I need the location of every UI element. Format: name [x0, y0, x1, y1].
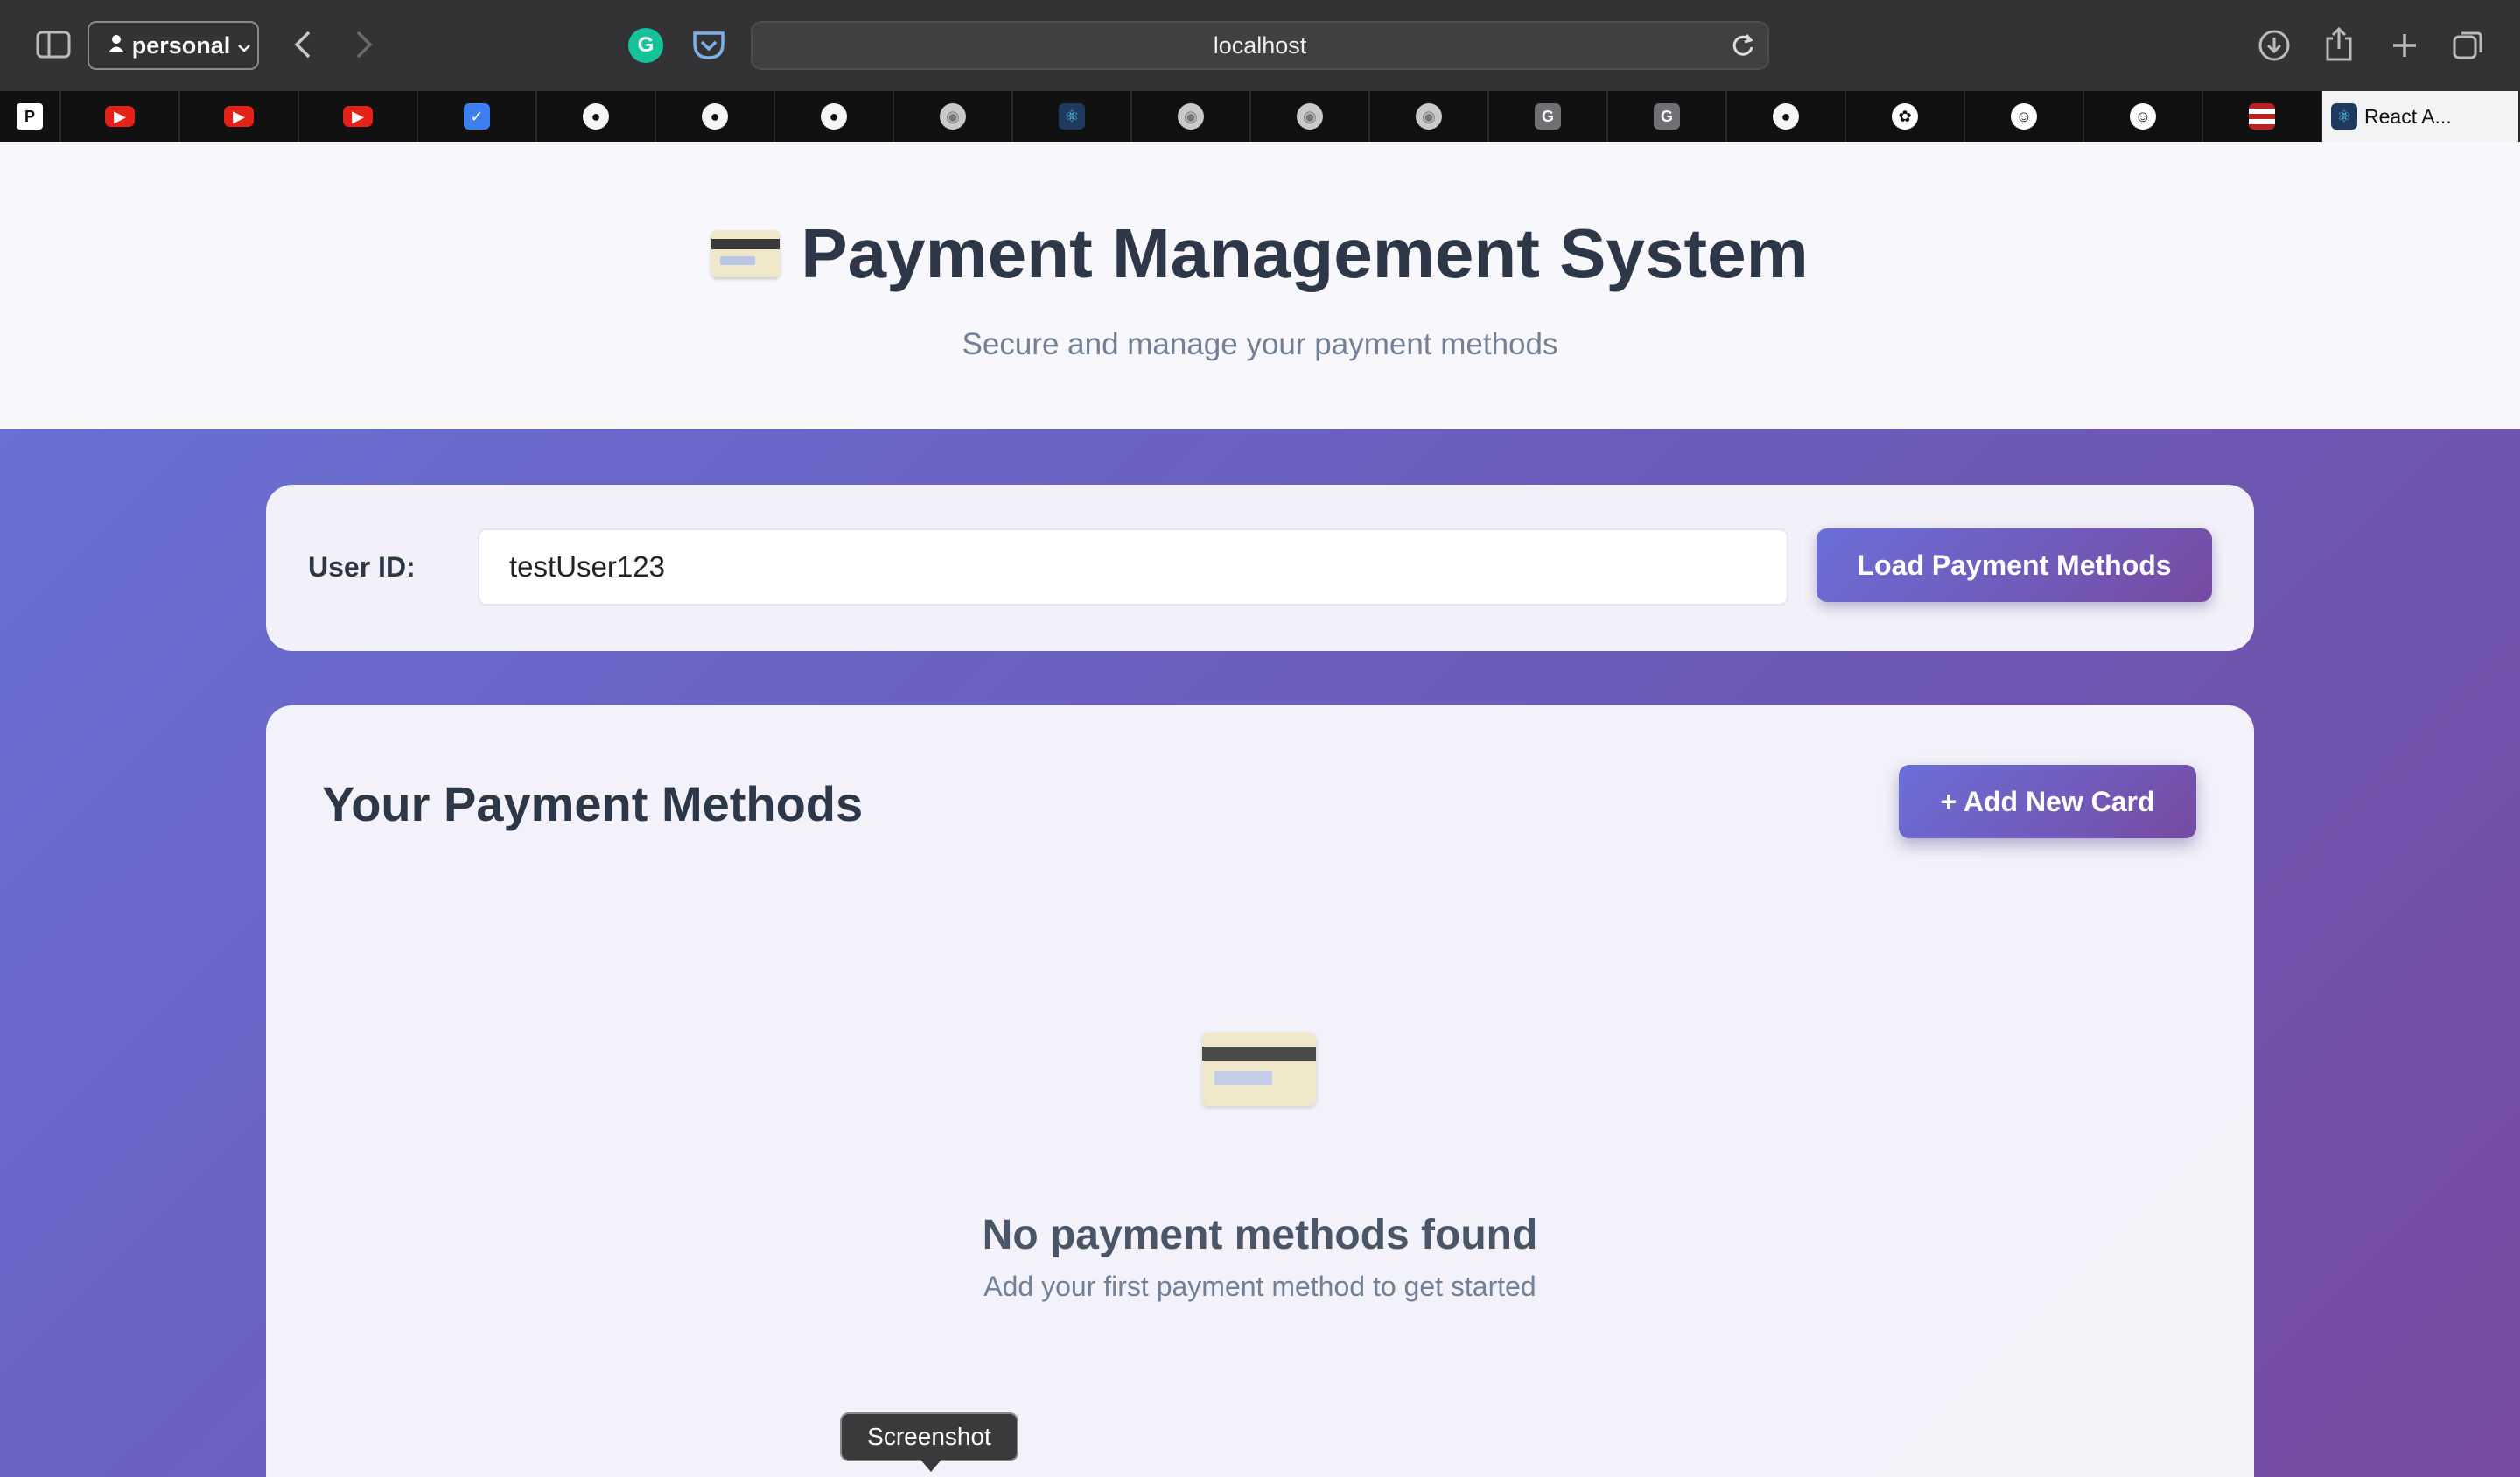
browser-tab[interactable]: ◉: [1132, 91, 1251, 142]
browser-tab[interactable]: ▶: [61, 91, 180, 142]
user-id-input[interactable]: [478, 528, 1788, 606]
address-bar[interactable]: localhost: [751, 21, 1769, 70]
github-icon: ●: [702, 103, 728, 130]
flag-icon: [2249, 103, 2275, 130]
browser-tab[interactable]: ●: [537, 91, 656, 142]
browser-tab[interactable]: ◉: [1370, 91, 1489, 142]
tab-overview-icon[interactable]: [2448, 26, 2488, 65]
credit-card-icon: [711, 230, 780, 277]
browser-tab[interactable]: ●: [656, 91, 775, 142]
page-header: Payment Management System Secure and man…: [0, 142, 2520, 429]
browser-tab[interactable]: G: [1608, 91, 1727, 142]
download-icon[interactable]: [2254, 26, 2294, 65]
chrome-icon: ◉: [1178, 103, 1204, 130]
page-subtitle: Secure and manage your payment methods: [962, 327, 1558, 361]
load-payment-methods-button[interactable]: Load Payment Methods: [1816, 528, 2212, 602]
youtube-icon: ▶: [224, 106, 254, 127]
grammarly-icon[interactable]: G: [628, 28, 663, 63]
react-icon: ⚛: [1059, 103, 1085, 130]
browser-tab[interactable]: ▶: [299, 91, 418, 142]
page-title: Payment Management System: [0, 214, 2520, 294]
chrome-icon: ◉: [940, 103, 966, 130]
reload-icon[interactable]: [1727, 30, 1759, 61]
youtube-icon: ▶: [343, 106, 373, 127]
browser-tab[interactable]: ⚛: [1013, 91, 1132, 142]
browser-tab[interactable]: ✿: [1846, 91, 1965, 142]
back-icon[interactable]: [285, 26, 320, 63]
browser-tab[interactable]: ◉: [894, 91, 1013, 142]
screenshot-tooltip: Screenshot: [840, 1412, 1018, 1472]
browser-tab[interactable]: ●: [1727, 91, 1846, 142]
youtube-icon: ▶: [105, 106, 135, 127]
sidebar-toggle-icon[interactable]: [33, 28, 74, 61]
github-icon: ●: [821, 103, 847, 130]
credit-card-icon: [1202, 1032, 1316, 1106]
share-icon[interactable]: [2320, 24, 2357, 65]
browser-toolbar: personal G localhost: [0, 0, 2520, 91]
p-icon: P: [17, 103, 43, 130]
user-id-panel: User ID: Load Payment Methods: [266, 485, 2254, 651]
profile-label: personal: [131, 32, 231, 59]
payment-methods-panel: Your Payment Methods + Add New Card No p…: [266, 705, 2254, 1477]
user-id-label: User ID:: [308, 551, 416, 583]
chevron-down-icon: [237, 32, 251, 60]
page-content: Payment Management System Secure and man…: [0, 142, 2520, 1477]
react-icon: ⚛: [2331, 103, 2357, 130]
pocket-icon[interactable]: [691, 28, 726, 63]
forward-icon[interactable]: [346, 26, 382, 63]
browser-tab[interactable]: ✓: [418, 91, 537, 142]
avatar-icon: ☺: [2130, 103, 2156, 130]
profile-selector[interactable]: personal: [88, 21, 259, 70]
browser-tab[interactable]: [2203, 91, 2322, 142]
payment-methods-title: Your Payment Methods: [322, 776, 864, 831]
avatar-icon: ☺: [2011, 103, 2037, 130]
browser-tab-active[interactable]: ⚛ React A...: [2322, 91, 2520, 142]
page-title-text: Payment Management System: [801, 214, 1809, 292]
g-icon: G: [1654, 103, 1680, 130]
active-tab-label: React A...: [2364, 104, 2452, 128]
empty-state-subtitle: Add your first payment method to get sta…: [984, 1270, 1536, 1302]
browser-tab[interactable]: ▶: [180, 91, 299, 142]
browser-tab[interactable]: ◉: [1251, 91, 1370, 142]
checkmark-icon: ✓: [464, 103, 490, 130]
chrome-icon: ◉: [1297, 103, 1323, 130]
new-tab-icon[interactable]: [2385, 26, 2424, 65]
github-icon: ●: [583, 103, 609, 130]
empty-state-title: No payment methods found: [982, 1212, 1538, 1258]
openai-icon: ✿: [1892, 103, 1918, 130]
person-icon: [108, 32, 125, 60]
browser-tab[interactable]: ☺: [2084, 91, 2203, 142]
g-icon: G: [1535, 103, 1561, 130]
browser-tab[interactable]: ☺: [1965, 91, 2084, 142]
add-new-card-button[interactable]: + Add New Card: [1899, 765, 2196, 838]
browser-tab[interactable]: P: [0, 91, 61, 142]
tab-strip: P ▶ ▶ ▶ ✓ ● ● ● ◉ ⚛ ◉ ◉ ◉ G G ● ✿ ☺ ☺ ⚛ React A...: [0, 91, 2520, 142]
chrome-icon: ◉: [1416, 103, 1442, 130]
github-icon: ●: [1773, 103, 1799, 130]
browser-tab[interactable]: ●: [775, 91, 894, 142]
url-text: localhost: [1213, 32, 1307, 59]
browser-tab[interactable]: G: [1489, 91, 1608, 142]
